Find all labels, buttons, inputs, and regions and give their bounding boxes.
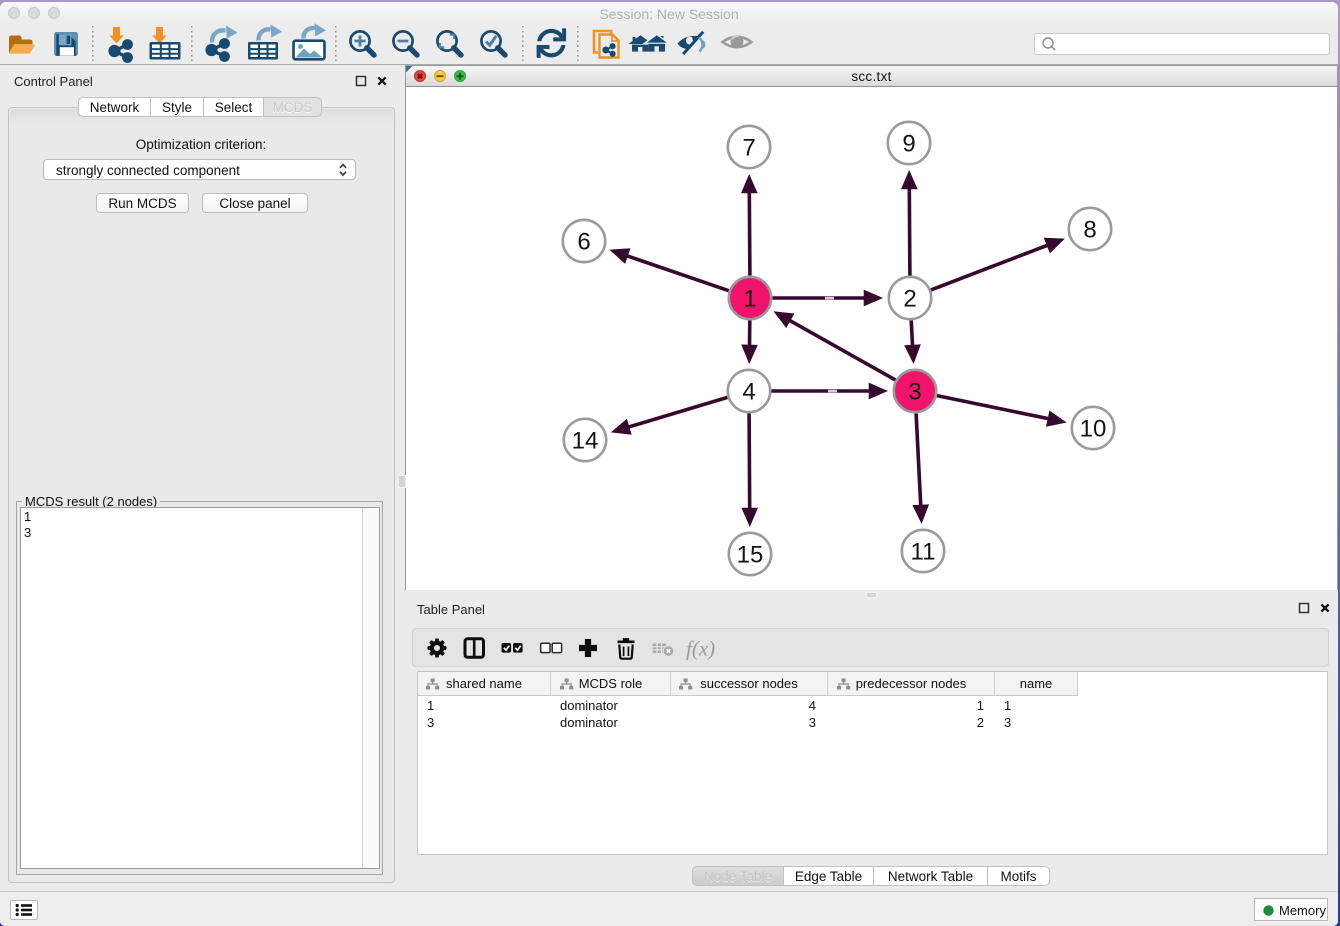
svg-text:7: 7 [742, 135, 755, 162]
svg-text:10: 10 [1080, 416, 1107, 443]
svg-text:9: 9 [902, 131, 915, 158]
svg-text:14: 14 [572, 428, 599, 455]
svg-text:3: 3 [908, 379, 921, 406]
svg-text:f(x): f(x) [686, 637, 715, 661]
svg-text:15: 15 [737, 542, 764, 569]
svg-text:4: 4 [742, 379, 755, 406]
svg-text:6: 6 [577, 229, 590, 256]
svg-text:1: 1 [743, 286, 756, 313]
svg-text:2: 2 [903, 286, 916, 313]
svg-text:8: 8 [1083, 217, 1096, 244]
svg-text:11: 11 [911, 539, 936, 566]
